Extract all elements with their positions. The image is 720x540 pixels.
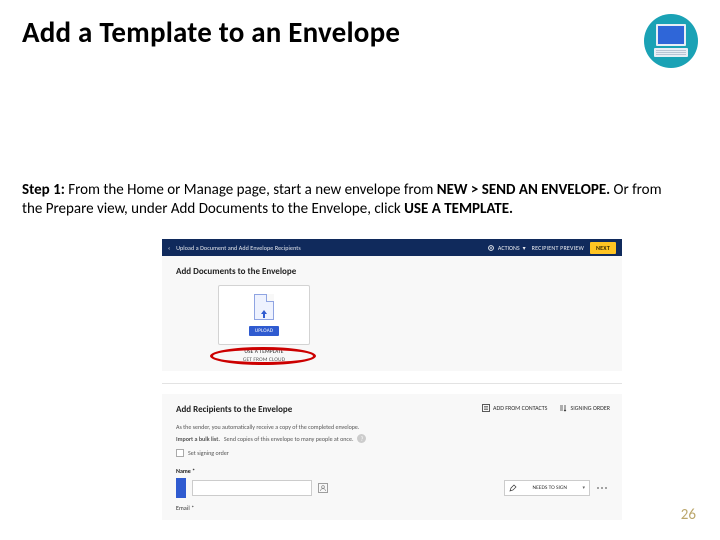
signing-order-checkbox-row: Set signing order xyxy=(176,449,608,457)
step-1-body-a: From the Home or Manage page, start a ne… xyxy=(65,181,437,199)
name-input[interactable] xyxy=(192,480,312,496)
bulk-list-link[interactable]: Import a bulk list. xyxy=(176,435,220,443)
contacts-icon xyxy=(482,404,490,412)
chevron-down-icon: ▾ xyxy=(523,244,526,252)
actions-menu[interactable]: ACTIONS ▾ xyxy=(487,244,526,252)
add-from-contacts-button[interactable]: ADD FROM CONTACTS xyxy=(482,404,547,412)
app-topbar: ‹ Upload a Document and Add Envelope Rec… xyxy=(162,239,622,256)
signing-order-icon xyxy=(559,404,567,412)
signing-order-checkbox-label: Set signing order xyxy=(188,449,229,457)
upload-button[interactable]: UPLOAD xyxy=(249,326,279,336)
signing-order-checkbox[interactable] xyxy=(176,449,184,457)
name-field-row: Name * NEEDS TO SIGN ▾ Email * xyxy=(176,467,608,512)
add-documents-heading: Add Documents to the Envelope xyxy=(176,266,608,277)
recipient-preview-link[interactable]: RECIPIENT PREVIEW xyxy=(532,244,584,252)
bulk-list-row: Import a bulk list. Send copies of this … xyxy=(176,434,608,443)
name-label: Name * xyxy=(176,467,608,475)
recipient-color-swatch xyxy=(176,478,186,498)
page-number: 26 xyxy=(681,506,696,524)
slide: Add a Template to an Envelope Step 1: Fr… xyxy=(0,0,720,540)
gear-icon xyxy=(487,244,495,252)
help-icon[interactable]: ? xyxy=(357,434,366,443)
step-1-path-2: USE A TEMPLATE. xyxy=(404,200,513,218)
recipient-role-select[interactable]: NEEDS TO SIGN ▾ xyxy=(504,480,590,496)
upload-tile: UPLOAD USE A TEMPLATE GET FROM CLOUD xyxy=(218,285,310,363)
recipients-subtext: As the sender, you automatically receive… xyxy=(176,423,608,431)
chevron-down-icon: ▾ xyxy=(582,485,585,491)
contact-picker-icon[interactable] xyxy=(318,483,328,493)
recipient-role-value: NEEDS TO SIGN xyxy=(533,485,567,491)
get-from-cloud-link[interactable]: GET FROM CLOUD xyxy=(218,357,310,363)
email-label: Email * xyxy=(176,504,608,512)
page-title: Add a Template to an Envelope xyxy=(22,14,400,50)
use-a-template-link[interactable]: USE A TEMPLATE xyxy=(218,349,310,355)
back-chevron-icon[interactable]: ‹ xyxy=(168,244,170,252)
more-options-icon[interactable] xyxy=(596,482,608,494)
step-1-label: Step 1: xyxy=(22,181,65,199)
add-from-contacts-label: ADD FROM CONTACTS xyxy=(493,404,547,412)
step-1-text: Step 1: From the Home or Manage page, st… xyxy=(22,181,662,219)
computer-icon xyxy=(644,14,698,73)
signing-order-button[interactable]: SIGNING ORDER xyxy=(559,404,610,412)
recipient-tools: ADD FROM CONTACTS SIGNING ORDER xyxy=(482,404,610,412)
next-button[interactable]: NEXT xyxy=(590,242,616,254)
section-divider xyxy=(162,383,622,384)
add-documents-section: Add Documents to the Envelope UPLOAD USE… xyxy=(162,256,622,371)
pen-icon xyxy=(509,484,517,492)
add-recipients-section: ADD FROM CONTACTS SIGNING ORDER Add Reci… xyxy=(162,394,622,520)
embedded-screenshot: ‹ Upload a Document and Add Envelope Rec… xyxy=(162,239,622,520)
actions-label: ACTIONS xyxy=(498,244,520,252)
signing-order-label: SIGNING ORDER xyxy=(570,404,610,412)
upload-arrow-icon xyxy=(259,309,269,319)
step-1-path-1: NEW > SEND AN ENVELOPE. xyxy=(437,181,610,199)
title-row: Add a Template to an Envelope xyxy=(22,14,698,73)
breadcrumb: Upload a Document and Add Envelope Recip… xyxy=(176,244,301,252)
bulk-list-hint: Send copies of this envelope to many peo… xyxy=(224,435,354,443)
upload-dropzone[interactable]: UPLOAD xyxy=(218,285,310,345)
